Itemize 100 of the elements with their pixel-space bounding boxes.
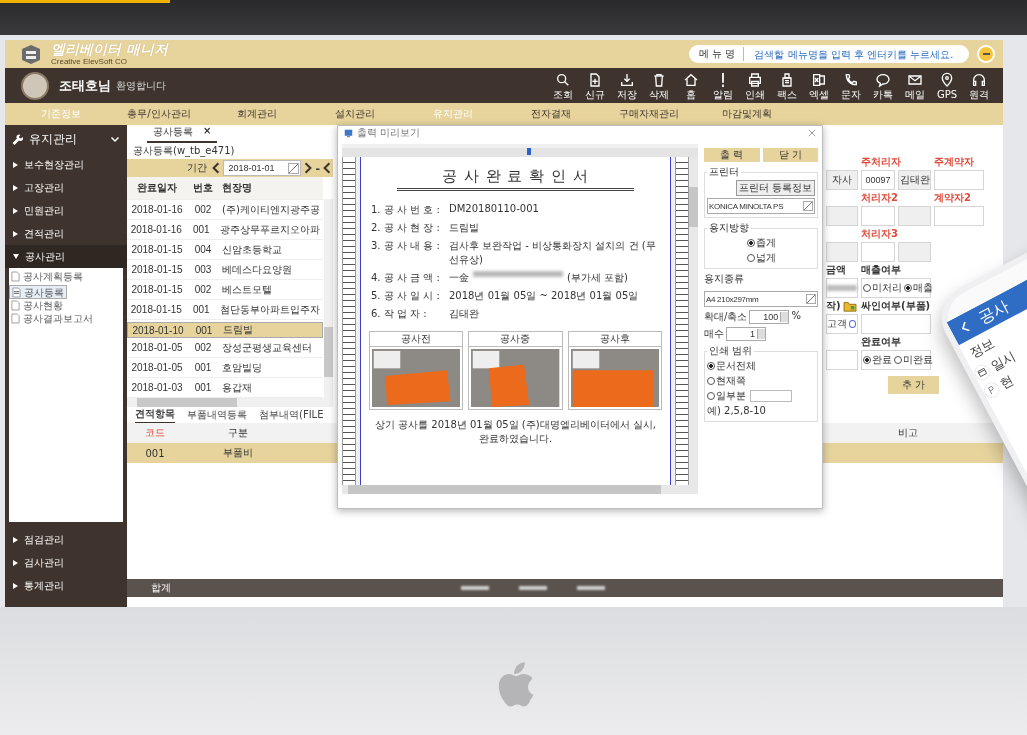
input-field[interactable] [898, 242, 931, 262]
field-label: 작) [826, 299, 841, 313]
page-range-field[interactable] [750, 390, 792, 402]
field-label: 고객 [827, 317, 847, 331]
amount-field[interactable] [826, 278, 858, 298]
toolbar-button[interactable]: 신규 [579, 71, 611, 100]
table-row[interactable]: 2018-01-05 001 호암빌딩 [127, 358, 323, 378]
menu-search-field[interactable]: 메 뉴 명 검색할 메뉴명을 입력 후 엔터키를 누르세요. [689, 45, 969, 63]
table-row[interactable]: 2018-01-15 001 첨단동부아파트입주자 [127, 300, 323, 320]
copies-spinner[interactable]: 1 [726, 327, 766, 341]
paper-select[interactable]: A4 210x297mm [704, 291, 818, 307]
sidebar-item[interactable]: 보수현장관리 [5, 153, 127, 176]
sidebar-item[interactable]: 통계관리 [5, 574, 127, 597]
menu-item[interactable]: 총무/인사관리 [111, 104, 207, 124]
sub-tab[interactable]: 첨부내역(FILE [259, 407, 324, 423]
radio-option[interactable]: 현재쪽 [707, 374, 746, 388]
tree-item[interactable]: 공사등록 [9, 285, 67, 299]
add-button[interactable]: 추 가 [888, 376, 940, 394]
print-button[interactable]: 출 력 [704, 148, 760, 162]
field-label: 매출여부 [861, 263, 902, 277]
tree-item[interactable]: 공사현황 [9, 299, 65, 312]
date-field[interactable]: 2018-01-01 [223, 160, 302, 176]
toolbar-button[interactable]: 카톡 [867, 71, 899, 100]
menu-item[interactable]: 구매자재관리 [601, 104, 697, 124]
radio-option[interactable]: 좁게 [746, 236, 776, 250]
radio-option[interactable]: 미완료 [894, 353, 933, 367]
chevron-right-icon[interactable] [304, 162, 313, 174]
table-row[interactable]: 2018-01-10 001 드림빌 [127, 322, 323, 338]
zoom-spinner[interactable]: 100 [749, 310, 790, 324]
minimize-button[interactable] [977, 45, 995, 63]
chevron-left-icon[interactable] [212, 162, 221, 174]
menu-item[interactable]: 마감및계획 [699, 104, 795, 124]
toolbar-button[interactable]: 메일 [899, 71, 931, 100]
input-field[interactable] [826, 350, 858, 370]
table-row[interactable]: 2018-01-05 002 장성군평생교육센터 [127, 338, 323, 358]
input-field[interactable] [826, 242, 858, 262]
code-field[interactable]: 00097 [861, 170, 895, 190]
table-row[interactable]: 2018-01-15 004 신암초등학교 [127, 240, 323, 260]
column-header: 코드 [144, 426, 166, 440]
name-field[interactable]: 김태완 [898, 170, 931, 190]
sidebar-item[interactable]: 검사관리 [5, 551, 127, 574]
folder-icon[interactable] [842, 300, 857, 312]
toolbar-button[interactable]: 인쇄 [739, 71, 771, 100]
printer-info-button[interactable]: 프린터 등록정보 [735, 180, 815, 196]
menu-item[interactable]: 설치관리 [307, 104, 403, 124]
sidebar-item[interactable]: 민원관리 [5, 199, 127, 222]
tree-item[interactable]: 공사결과보고서 [9, 312, 95, 325]
radio-option[interactable]: 일부분 [707, 389, 746, 403]
input-field[interactable] [898, 206, 931, 226]
sidebar-item[interactable]: 견적관리 [5, 222, 127, 245]
scrollbar[interactable] [324, 199, 333, 398]
monitor-icon [344, 128, 353, 138]
toolbar-button[interactable]: 문자 [835, 71, 867, 100]
toolbar-button[interactable]: GPS [931, 71, 963, 100]
field-label: 처리자3 [861, 227, 899, 241]
radio-option[interactable]: 넓게 [746, 251, 776, 265]
toolbar-button[interactable]: 조회 [547, 71, 579, 100]
toolbar-button[interactable]: 삭제 [643, 71, 675, 100]
column-header[interactable]: 현장명 [219, 181, 323, 195]
redacted-value [519, 586, 547, 590]
input-field[interactable] [934, 206, 984, 226]
input-field[interactable] [861, 206, 895, 226]
sidebar-item[interactable]: 고장관리 [5, 176, 127, 199]
chevron-left-icon[interactable] [323, 162, 331, 174]
branch-field[interactable]: 자사 [826, 170, 858, 190]
table-row[interactable]: 2018-01-16 001 광주상무푸르지오아파 [127, 220, 323, 240]
toolbar-button[interactable]: 팩스 [771, 71, 803, 100]
radio-option[interactable]: 문서전체 [707, 359, 756, 373]
table-row[interactable]: 2018-01-15 003 베데스다요양원 [127, 260, 323, 280]
scrollbar[interactable] [342, 485, 698, 494]
input-field[interactable] [826, 206, 858, 226]
input-field[interactable] [861, 314, 931, 334]
menu-item[interactable]: 회계관리 [209, 104, 305, 124]
phone-icon [843, 71, 859, 88]
field-label: 매수 [704, 327, 724, 341]
toolbar-button[interactable]: 원격 [963, 71, 995, 100]
input-field[interactable] [934, 170, 984, 190]
redacted-value [461, 586, 489, 590]
close-icon[interactable] [808, 129, 816, 137]
tree-item[interactable]: 공사계획등록 [9, 270, 85, 283]
spreadsheet-icon [811, 71, 827, 88]
printer-select[interactable]: KONICA MINOLTA PS [707, 198, 815, 214]
sidebar-item[interactable]: 공사관리 [5, 245, 127, 268]
sub-tab[interactable]: 부품내역등록 [187, 407, 247, 423]
column-header[interactable]: 완료일자 [127, 181, 187, 195]
toolbar-button[interactable]: 알림 [707, 71, 739, 100]
scrollbar[interactable] [689, 157, 698, 485]
tab[interactable]: 공사등록 × [147, 125, 218, 143]
sidebar-item[interactable]: 점검관리 [5, 528, 127, 551]
input-field[interactable] [861, 242, 895, 262]
scrollbar[interactable] [127, 398, 333, 407]
table-row[interactable]: 2018-01-15 002 베스트모텔 [127, 280, 323, 300]
menu-item[interactable]: 전자결재 [503, 104, 599, 124]
column-header[interactable]: 번호 [187, 181, 219, 195]
radio-option[interactable]: 매출 [904, 281, 933, 295]
toolbar-button[interactable]: 홈 [675, 71, 707, 100]
toolbar-button[interactable]: 엑셀 [803, 71, 835, 100]
toolbar-button[interactable]: 저장 [611, 71, 643, 100]
close-button[interactable]: 닫 기 [762, 148, 818, 162]
table-row[interactable]: 2018-01-16 002 (주)케이티엔지광주공 [127, 200, 323, 220]
